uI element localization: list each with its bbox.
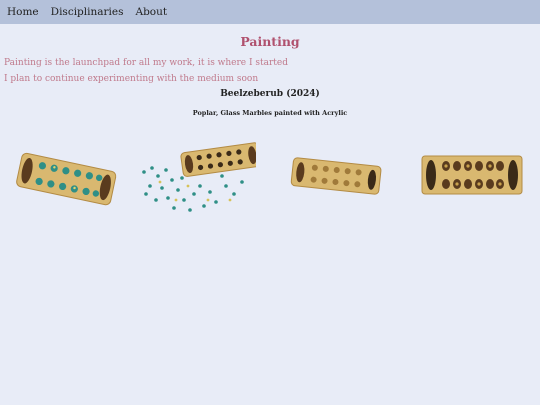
- page-title: Painting: [240, 34, 300, 49]
- artwork-photo-4[interactable]: [420, 154, 524, 196]
- nav-about-link[interactable]: About: [136, 6, 168, 18]
- intro-paragraph-1: Painting is the launchpad for all my wor…: [4, 58, 289, 68]
- artwork-photo-3[interactable]: [288, 152, 384, 202]
- artwork-photo-2[interactable]: [138, 142, 256, 218]
- artwork-medium: Poplar, Glass Marbles painted with Acryl…: [192, 109, 348, 117]
- nav-disciplinaries-link[interactable]: Disciplinaries: [51, 6, 124, 18]
- artwork-photo-1[interactable]: [12, 148, 120, 212]
- top-nav: Home Disciplinaries About: [0, 0, 540, 24]
- artwork-title: Beelzeberub (2024): [220, 89, 320, 99]
- intro-paragraph-2: I plan to continue experimenting with th…: [4, 74, 259, 84]
- nav-home-link[interactable]: Home: [7, 6, 39, 18]
- artwork-gallery: [0, 138, 540, 218]
